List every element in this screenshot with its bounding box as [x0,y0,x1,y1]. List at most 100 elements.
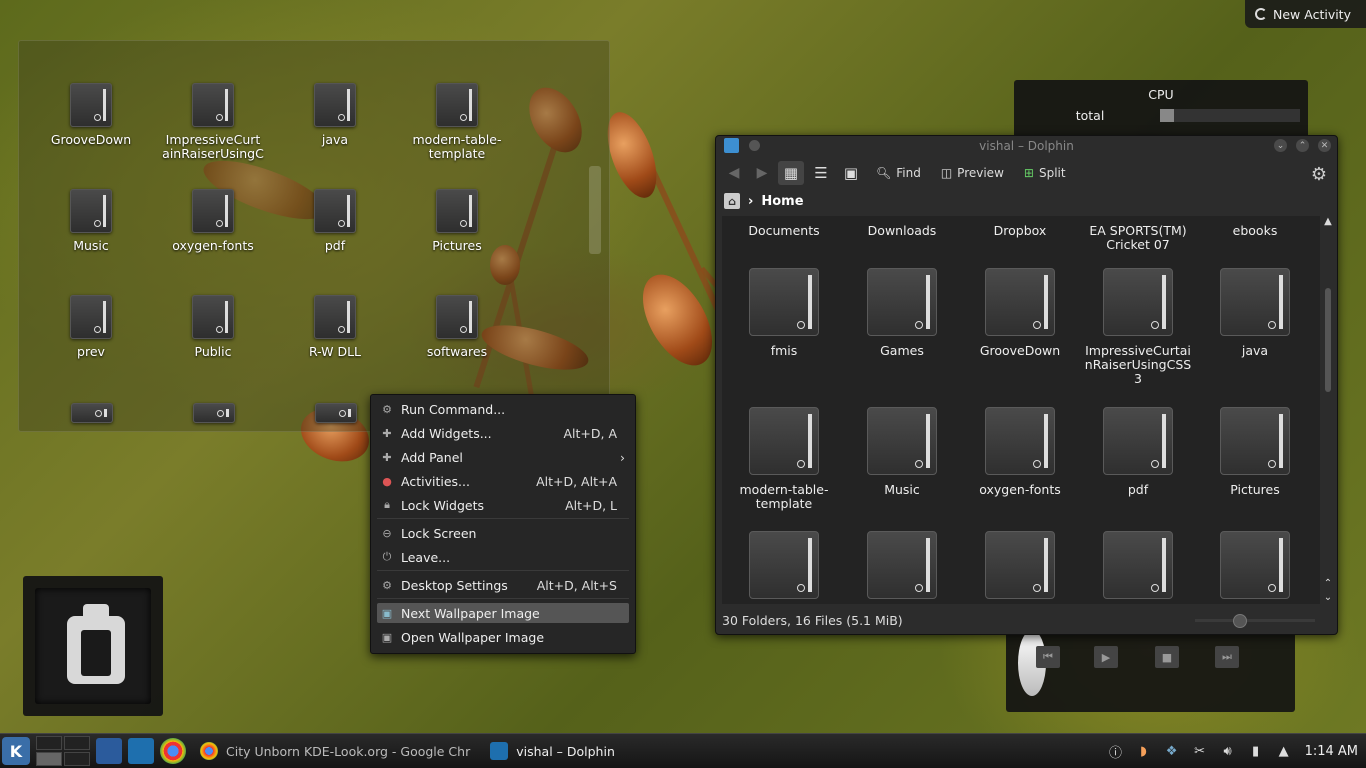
file-item[interactable]: modern-table-template [728,407,840,511]
previous-track-button[interactable]: ⏮ [1036,646,1060,668]
file-item[interactable] [1199,531,1311,604]
folder-view-item[interactable]: prev [36,295,146,359]
folder-icon [314,295,356,339]
menu-item-desktop-settings[interactable]: ⚙ Desktop Settings Alt+D, Alt+S [377,575,629,595]
control-menu-gear-icon[interactable]: ⚙ [1311,164,1327,185]
menu-item-lock-screen[interactable]: ⊖ Lock Screen [377,523,629,543]
file-item[interactable]: Downloads [846,224,958,238]
folder-icon [749,407,819,475]
folder-view-item[interactable]: oxygen-fonts [158,189,268,253]
preview-button[interactable]: ◫ Preview [933,161,1012,185]
menu-item-run-command[interactable]: ⚙ Run Command... [377,399,629,419]
folder-view-item[interactable]: pdf [280,189,390,253]
menu-item-activities[interactable]: ● Activities... Alt+D, Alt+A [377,471,629,491]
file-item[interactable]: ImpressiveCurtainRaiserUsingCSS3 [1082,268,1194,386]
window-titlebar[interactable]: vishal – Dolphin ⌄ ⌃ ✕ [716,136,1337,156]
breadcrumb-home[interactable]: Home [761,194,803,209]
folder-view-item[interactable]: Public [158,295,268,359]
application-launcher-icon[interactable]: K [2,737,30,765]
forward-button[interactable]: ▶ [750,161,774,185]
window-menu-button[interactable] [749,140,760,151]
folder-view-item[interactable]: java [280,83,390,147]
file-item[interactable]: Dropbox [964,224,1076,238]
file-item[interactable]: Pictures [1199,407,1311,497]
file-item[interactable]: java [1199,268,1311,358]
chrome-launcher-icon[interactable] [160,738,186,764]
split-button[interactable]: ⊞ Split [1016,161,1074,185]
folder-view-item[interactable]: modern-table- template [402,83,512,161]
folder-view-item[interactable]: R-W DLL [280,295,390,359]
close-button[interactable]: ✕ [1318,139,1331,152]
file-view-scrollbar[interactable]: ▲ ⌃ ⌄ [1321,216,1335,604]
folder-view-item[interactable]: GrooveDown [36,83,146,147]
pager-desktop[interactable] [36,736,62,750]
file-view[interactable]: Documents Downloads Dropbox EA SPORTS(TM… [722,216,1320,604]
scroll-up-icon[interactable]: ▲ [1321,216,1335,227]
stop-button[interactable]: ■ [1155,646,1179,668]
pager-desktop[interactable] [64,736,90,750]
details-view-button[interactable]: ☰ [808,161,834,185]
info-icon[interactable]: ⓘ [1107,742,1125,761]
zoom-slider-handle[interactable] [1233,614,1247,628]
menu-item-leave[interactable]: ⏻ Leave... [377,547,629,567]
columns-view-button[interactable]: ▣ [838,161,864,185]
menu-item-next-wallpaper[interactable]: ▣ Next Wallpaper Image [377,603,629,623]
file-item[interactable] [728,531,840,604]
menu-item-label: Add Panel [401,449,463,465]
find-button[interactable]: 🔍︎ Find [868,161,929,185]
maximize-button[interactable]: ⌃ [1296,139,1309,152]
file-item[interactable]: ebooks [1199,224,1311,238]
breadcrumb[interactable]: ⌂ › Home [716,190,1337,212]
file-item[interactable]: Documents [728,224,840,238]
clock[interactable]: 1:14 AM [1305,744,1358,759]
scroll-up-icon[interactable]: ⌃ [1321,578,1335,589]
zoom-slider[interactable] [1195,614,1315,628]
folder-view-item[interactable]: Pictures [402,189,512,253]
next-track-button[interactable]: ⏭ [1215,646,1239,668]
home-icon[interactable]: ⌂ [724,193,740,209]
dolphin-launcher-icon[interactable] [128,738,154,764]
virtual-desktop-pager[interactable] [36,736,90,766]
dropbox-icon[interactable]: ❖ [1163,742,1181,760]
minimize-button[interactable]: ⌄ [1274,139,1287,152]
taskbar-task[interactable]: City Unborn KDE-Look.org - Google Chr [194,734,476,768]
folder-view-widget[interactable]: GrooveDown ImpressiveCurt ainRaiserUsing… [18,40,610,432]
back-button[interactable]: ◀ [722,161,746,185]
file-item[interactable] [964,531,1076,604]
folder-view-item[interactable]: Music [36,189,146,253]
folder-view-scrollbar[interactable] [589,166,601,254]
dolphin-app-icon[interactable] [724,138,739,153]
play-button[interactable]: ▶ [1094,646,1118,668]
menu-item-open-wallpaper[interactable]: ▣ Open Wallpaper Image [377,627,629,647]
scroll-down-icon[interactable]: ⌄ [1321,592,1335,603]
pager-desktop[interactable] [64,752,90,766]
pager-desktop[interactable] [36,752,62,766]
clipboard-widget[interactable] [23,576,163,716]
menu-item-add-panel[interactable]: ✚ Add Panel › [377,447,629,467]
ktorrent-icon[interactable]: ◗ [1135,742,1153,760]
klipper-scissors-icon[interactable]: ✂ [1191,742,1209,760]
dolphin-window[interactable]: vishal – Dolphin ⌄ ⌃ ✕ ◀ ▶ ▦ ☰ ▣ 🔍︎ Find… [715,135,1338,635]
file-item[interactable]: GrooveDown [964,268,1076,358]
file-item[interactable]: fmis [728,268,840,358]
konsole-launcher-icon[interactable] [96,738,122,764]
battery-icon[interactable]: ▮ [1247,742,1265,760]
volume-icon[interactable]: 🔊︎ [1219,742,1237,760]
folder-view-item[interactable]: ImpressiveCurt ainRaiserUsingC [158,83,268,161]
file-item[interactable] [846,531,958,604]
file-item[interactable]: Music [846,407,958,497]
file-item[interactable]: Games [846,268,958,358]
menu-item-lock-widgets[interactable]: 🔒︎ Lock Widgets Alt+D, L [377,495,629,515]
icons-view-button[interactable]: ▦ [778,161,804,185]
menu-item-shortcut: Alt+D, A [563,425,617,441]
file-item[interactable]: oxygen-fonts [964,407,1076,497]
menu-item-add-widgets[interactable]: ✚ Add Widgets... Alt+D, A [377,423,629,443]
tray-expand-arrow-icon[interactable]: ▲ [1275,742,1293,760]
file-item[interactable]: pdf [1082,407,1194,497]
folder-view-item[interactable]: softwares [402,295,512,359]
taskbar-task[interactable]: vishal – Dolphin [484,734,621,768]
new-activity-button[interactable]: New Activity [1245,0,1366,28]
file-item[interactable]: EA SPORTS(TM) Cricket 07 [1082,224,1194,252]
file-item[interactable] [1082,531,1194,604]
scrollbar-thumb[interactable] [1325,288,1331,392]
